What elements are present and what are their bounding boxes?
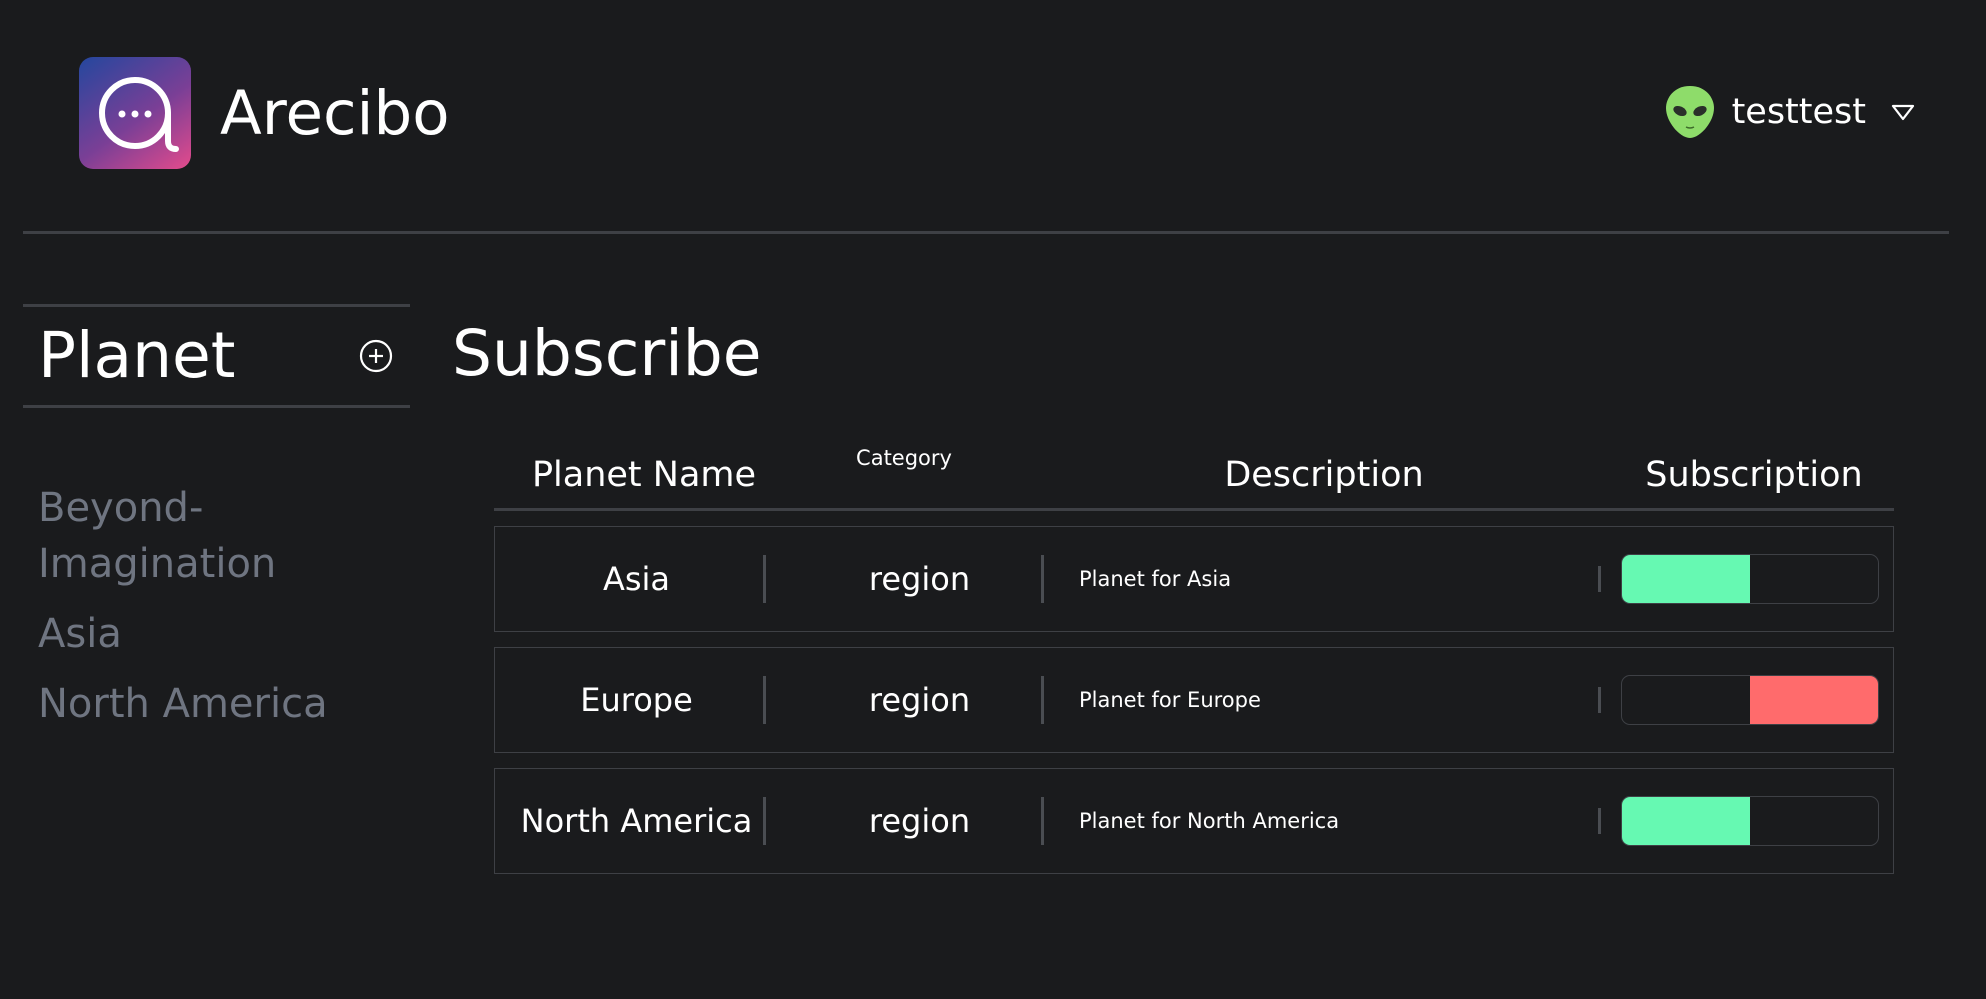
page-title: Subscribe bbox=[452, 317, 762, 390]
description-cell: Planet for North America bbox=[1079, 809, 1340, 833]
subscription-toggle-knob bbox=[1622, 555, 1750, 603]
column-separator bbox=[1041, 555, 1044, 603]
column-separator bbox=[763, 555, 766, 603]
subscription-toggle-knob bbox=[1750, 676, 1878, 724]
column-separator bbox=[1598, 808, 1601, 834]
app-title: Arecibo bbox=[220, 78, 450, 149]
header-divider bbox=[23, 231, 1949, 234]
planet-name-cell: Asia bbox=[602, 560, 671, 598]
sidebar-item-beyond-imagination[interactable]: Beyond- Imagination bbox=[38, 424, 398, 592]
add-circle-icon[interactable] bbox=[358, 338, 394, 374]
column-separator bbox=[1598, 566, 1601, 592]
table-row: Europe region Planet for Europe bbox=[494, 647, 1894, 753]
column-separator bbox=[1598, 687, 1601, 713]
sidebar-divider bbox=[23, 304, 410, 307]
table-header-divider bbox=[494, 508, 1894, 511]
table-header: Planet Name Category Description Subscri… bbox=[494, 440, 1894, 512]
column-separator bbox=[1041, 676, 1044, 724]
subscription-toggle[interactable] bbox=[1621, 675, 1879, 725]
table-row: Asia region Planet for Asia bbox=[494, 526, 1894, 632]
column-header-subscription: Subscription bbox=[1645, 455, 1863, 495]
column-separator bbox=[1041, 797, 1044, 845]
subscription-toggle[interactable] bbox=[1621, 554, 1879, 604]
description-cell: Planet for Asia bbox=[1079, 567, 1232, 591]
column-header-planet-name: Planet Name bbox=[531, 455, 757, 495]
planet-name-cell: North America bbox=[520, 802, 753, 840]
alien-avatar-icon bbox=[1665, 86, 1714, 138]
column-header-category: Category bbox=[856, 446, 952, 470]
subscription-toggle[interactable] bbox=[1621, 796, 1879, 846]
subscription-toggle-knob bbox=[1622, 797, 1750, 845]
category-cell: region bbox=[868, 802, 971, 840]
sidebar-divider bbox=[23, 405, 410, 408]
app-logo-icon[interactable] bbox=[79, 57, 191, 169]
user-menu[interactable]: testtest bbox=[1664, 84, 1916, 140]
column-header-description: Description bbox=[1224, 455, 1424, 495]
column-separator bbox=[763, 676, 766, 724]
category-cell: region bbox=[868, 681, 971, 719]
sidebar-item-asia[interactable]: Asia bbox=[38, 606, 398, 662]
sidebar-item-north-america[interactable]: North America bbox=[38, 676, 398, 732]
category-cell: region bbox=[868, 560, 971, 598]
sidebar-item-label: Asia bbox=[38, 611, 122, 657]
sidebar-item-label: Beyond- Imagination bbox=[38, 485, 277, 587]
description-cell: Planet for Europe bbox=[1079, 688, 1261, 712]
sidebar-title: Planet bbox=[38, 319, 236, 392]
table-row: North America region Planet for North Am… bbox=[494, 768, 1894, 874]
column-separator bbox=[763, 797, 766, 845]
planet-list: Beyond- Imagination Asia North America bbox=[38, 424, 398, 746]
chevron-down-icon[interactable] bbox=[1890, 99, 1916, 125]
planet-name-cell: Europe bbox=[580, 681, 693, 719]
sidebar-item-label: North America bbox=[38, 681, 328, 727]
app-header: Arecibo testtest bbox=[0, 0, 1986, 234]
user-name[interactable]: testtest bbox=[1732, 84, 1866, 140]
